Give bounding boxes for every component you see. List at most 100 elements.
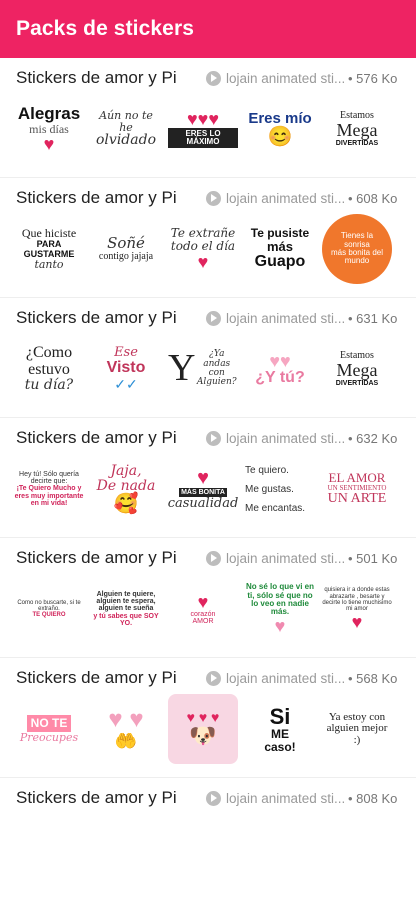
sticker-text: EL AMOR [328,470,386,486]
sticker-pack-row[interactable]: Stickers de amor y Pi lojain animated st… [0,538,416,658]
sticker-text: ¿Como [25,343,73,361]
heart-icon: ♥ ♥ [108,705,144,733]
sticker-preview: Soñé contigo jajaja [91,214,161,284]
sticker-text: No sé lo que vi en ti, sólo sé que no lo… [245,582,314,617]
sticker-text: ME [271,726,289,741]
pack-size: • 576 Ko [348,70,398,86]
sticker-text: UN ARTE [327,491,387,507]
sticker-preview: Te pusiste más Guapo [245,214,315,284]
sticker-preview: Hey tú! Sólo quería decirte que: ¡Te Qui… [14,454,84,524]
check-icon: ✓✓ [114,375,138,392]
pack-header: Stickers de amor y Pi lojain animated st… [16,786,400,810]
pack-header: Stickers de amor y Pi lojain animated st… [16,666,400,690]
pack-size: • 632 Ko [348,430,398,446]
sticker-pack-row[interactable]: Stickers de amor y Pi lojain animated st… [0,418,416,538]
sticker-preview: Estamos Mega DIVERTIDAS [322,94,392,164]
sticker-pack-row[interactable]: Stickers de amor y Pi lojain animated st… [0,658,416,778]
sticker-text: tu día? [24,377,74,394]
heart-icon: ♥ [274,615,286,636]
sticker-text: Jaja, [110,463,142,480]
pack-name: Stickers de amor y Pi [16,668,177,687]
pack-header: Stickers de amor y Pi lojain animated st… [16,66,400,90]
sticker-preview: Como no buscarte, si te extraño. TE QUIE… [14,574,84,644]
sticker-preview: ♥♥ ¿Y tú? [245,334,315,404]
pack-author: lojain animated sti... [226,430,346,446]
pack-author: lojain animated sti... [226,190,346,206]
sticker-preview: Que hiciste PARA GUSTARME tanto [14,214,84,284]
sticker-text: Guapo [254,252,306,270]
pack-author: lojain animated sti... [226,70,346,86]
play-icon [206,670,221,686]
pack-header: Stickers de amor y Pi lojain animated st… [16,426,400,450]
sticker-text: Ese [114,345,138,361]
sticker-text: alguien mejor :) [326,722,388,746]
sticker-preview: Alegras mis días ♥ [14,94,84,164]
hands-icon: 🤲 [114,730,138,751]
sticker-text: DIVERTIDAS [335,380,379,388]
sticker-text: AMOR [192,618,214,625]
pack-name: Stickers de amor y Pi [16,548,177,567]
sticker-preview: Aún no te he olvidado [91,94,161,164]
sticker-pack-row[interactable]: Stickers de amor y Pi lojain animated st… [0,58,416,178]
sticker-preview: Jaja, De nada 🥰 [91,454,161,524]
sticker-text: más [266,239,294,255]
sticker-text: De nada [96,478,156,494]
pack-name: Stickers de amor y Pi [16,188,177,207]
smiley-icon: 🥰 [113,492,139,515]
sticker-preview: ♥ corazón AMOR [168,574,238,644]
sticker-text: Y [168,347,196,390]
sticker-preview: Tienes la sonrisa más bonita del mundo [322,214,392,284]
sticker-text: Me gustas. [245,483,294,495]
sticker-preview: Si ME caso! [245,694,315,764]
pack-header: Stickers de amor y Pi lojain animated st… [16,306,400,330]
pack-author: lojain animated sti... [226,670,346,686]
pack-author: lojain animated sti... [226,550,346,566]
sticker-text: olvidado [96,132,156,149]
play-icon [206,790,221,806]
sticker-preview: Ese Visto ✓✓ [91,334,161,404]
sticker-pack-row[interactable]: Stickers de amor y Pi lojain animated st… [0,298,416,418]
sticker-preview: ♥ ♥ 🤲 [91,694,161,764]
play-icon [206,430,221,446]
pack-header: Stickers de amor y Pi lojain animated st… [16,546,400,570]
sticker-text: Te quiero. [245,464,289,476]
sticker-pack-row[interactable]: Stickers de amor y Pi lojain animated st… [0,778,416,898]
heart-icon: ♥ [197,591,209,612]
heart-icon: ♥♥♥ [186,108,220,129]
heart-icon: ♥ [197,466,209,489]
pack-size: • 568 Ko [348,670,398,686]
sticker-previews: NO TE Preocupes ♥ ♥ 🤲 ♥ ♥ ♥ 🐶 Si ME caso… [14,694,399,764]
pack-name: Stickers de amor y Pi [16,788,177,807]
sticker-preview: EL AMOR UN SENTIMIENTO UN ARTE [322,454,392,524]
pack-name: Stickers de amor y Pi [16,428,177,447]
pack-size: • 608 Ko [348,190,398,206]
sticker-preview: ♥ ♥ ♥ 🐶 [168,694,238,764]
sticker-text: ¿Y tú? [255,368,305,386]
sticker-text: Mega [336,120,378,141]
sticker-text: Como no buscarte, si te extraño. [17,599,81,612]
sticker-text: Visto [106,359,146,377]
smiley-icon: 😊 [267,125,293,148]
play-icon [206,70,221,86]
sticker-previews: Como no buscarte, si te extraño. TE QUIE… [14,574,399,644]
sticker-text: ERES LO MÁXIMO [168,127,238,149]
sticker-preview: No sé lo que vi en ti, sólo sé que no lo… [245,574,315,644]
sticker-pack-row[interactable]: Stickers de amor y Pi lojain animated st… [0,178,416,298]
sticker-text: quisiera ir a donde estas abrazarte , be… [322,587,392,613]
sticker-text: Aún no te he [99,109,153,134]
sticker-text: Preocupes [19,730,79,744]
sticker-previews: Alegras mis días ♥ Aún no te he olvidado… [14,94,399,164]
sticker-text: Soñé [107,233,145,252]
sticker-preview: ♥♥♥ ERES LO MÁXIMO [168,94,238,164]
play-icon [206,310,221,326]
sticker-preview: ¿Como estuvo tu día? [14,334,84,404]
heart-icon: ♥ [43,134,55,155]
heart-icon: ♥ [197,251,209,272]
sticker-previews: Hey tú! Sólo quería decirte que: ¡Te Qui… [14,454,399,524]
sticker-preview: ♥ MÁS BONITA casualidad [168,454,238,524]
pack-author: lojain animated sti... [226,310,346,326]
sticker-text: y tú sabes que SOY YO. [93,612,159,628]
puppy-icon: 🐶 [189,723,217,749]
sticker-text: contigo jajaja [98,250,154,262]
sticker-previews: ¿Como estuvo tu día? Ese Visto ✓✓ Y ¿Ya … [14,334,399,404]
